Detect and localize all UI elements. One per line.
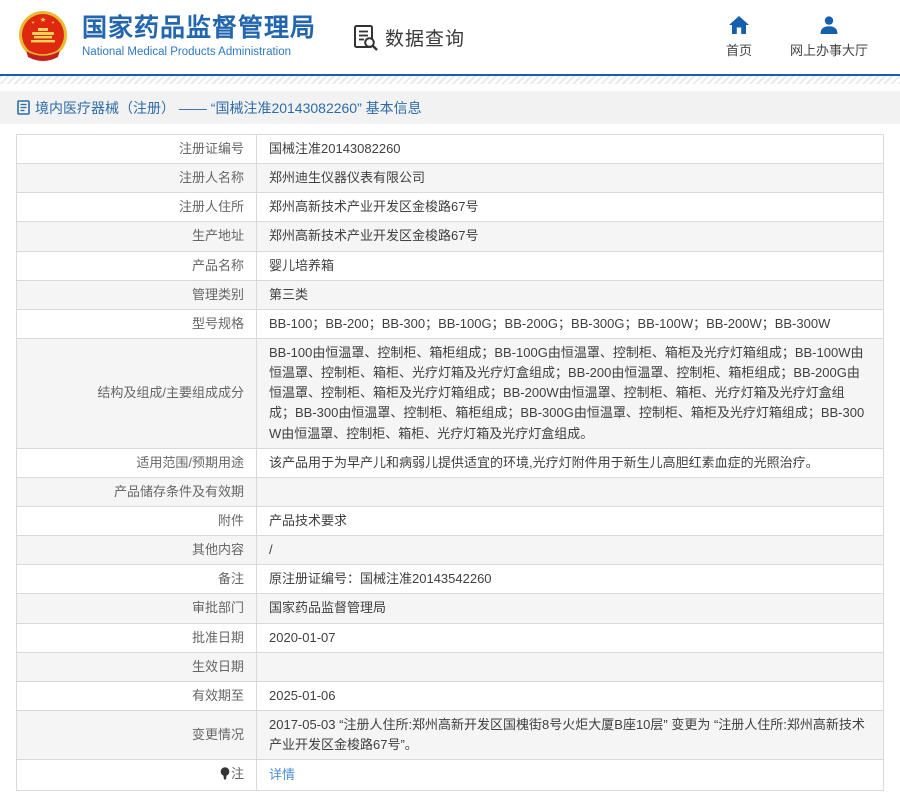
row-value: 国械注准20143082260 [257,135,884,164]
agency-name-cn: 国家药品监督管理局 [82,15,316,43]
table-row: 结构及组成/主要组成成分 BB-100由恒温罩、控制柜、箱柜组成；BB-100G… [17,338,884,448]
document-search-icon [352,24,379,51]
national-emblem-icon [18,10,68,64]
site-header: 国家药品监督管理局 National Medical Products Admi… [0,0,900,74]
registration-info: 注册证编号 国械注准20143082260 注册人名称 郑州迪生仪器仪表有限公司… [0,124,900,799]
row-value: 2025-01-06 [257,681,884,710]
row-label: 生效日期 [17,652,257,681]
row-label: 有效期至 [17,681,257,710]
row-value: 婴儿培养箱 [257,251,884,280]
table-row: 适用范围/预期用途 该产品用于为早产儿和病弱儿提供适宜的环境,光疗灯附件用于新生… [17,448,884,477]
breadcrumb-bar: 境内医疗器械（注册） —— “国械注准20143082260” 基本信息 [0,91,900,124]
table-row: 附件 产品技术要求 [17,506,884,535]
row-label: 结构及组成/主要组成成分 [17,338,257,448]
table-row: 其他内容 / [17,536,884,565]
section-title: 数据查询 [385,24,465,51]
hatched-strip [0,76,900,84]
row-value: 郑州高新技术产业开发区金梭路67号 [257,222,884,251]
row-value: / [257,536,884,565]
breadcrumb-text: 境内医疗器械（注册） —— “国械注准20143082260” 基本信息 [35,98,422,118]
table-row: 型号规格 BB-100；BB-200；BB-300；BB-100G；BB-200… [17,309,884,338]
row-label: 其他内容 [17,536,257,565]
agency-name-en: National Medical Products Administration [82,46,316,59]
row-label: 产品储存条件及有效期 [17,477,257,506]
row-label: 适用范围/预期用途 [17,448,257,477]
info-table: 注册证编号 国械注准20143082260 注册人名称 郑州迪生仪器仪表有限公司… [16,134,884,791]
row-value: 第三类 [257,280,884,309]
row-value: 2020-01-07 [257,623,884,652]
table-row: 注 详情 [17,760,884,791]
table-row: 产品名称 婴儿培养箱 [17,251,884,280]
bulb-icon [220,766,230,786]
table-row: 注册人名称 郑州迪生仪器仪表有限公司 [17,164,884,193]
row-label: 型号规格 [17,309,257,338]
row-label: 注册证编号 [17,135,257,164]
agency-logo[interactable]: 国家药品监督管理局 National Medical Products Admi… [18,10,316,64]
table-row: 注册证编号 国械注准20143082260 [17,135,884,164]
table-row: 审批部门 国家药品监督管理局 [17,594,884,623]
row-value: 产品技术要求 [257,506,884,535]
row-label: 注册人名称 [17,164,257,193]
document-icon [17,100,30,115]
home-icon [729,16,749,34]
row-value: 国家药品监督管理局 [257,594,884,623]
nav-home[interactable]: 首页 [726,16,752,59]
table-row: 批准日期 2020-01-07 [17,623,884,652]
table-row: 有效期至 2025-01-06 [17,681,884,710]
row-value: BB-100；BB-200；BB-300；BB-100G；BB-200G；BB-… [257,309,884,338]
detail-link[interactable]: 详情 [269,767,295,782]
row-label: 产品名称 [17,251,257,280]
row-label: 附件 [17,506,257,535]
row-label: 注 [17,760,257,791]
table-row: 备注 原注册证编号：国械注准20143542260 [17,565,884,594]
row-value: 郑州迪生仪器仪表有限公司 [257,164,884,193]
table-row: 注册人住所 郑州高新技术产业开发区金梭路67号 [17,193,884,222]
table-row: 产品储存条件及有效期 [17,477,884,506]
row-value [257,652,884,681]
row-label: 批准日期 [17,623,257,652]
row-value: 详情 [257,760,884,791]
row-value: 2017-05-03 “注册人住所:郑州高新开发区国槐街8号火炬大厦B座10层”… [257,710,884,759]
table-row: 管理类别 第三类 [17,280,884,309]
data-query-section[interactable]: 数据查询 [352,24,465,51]
row-label: 备注 [17,565,257,594]
user-icon [819,16,839,34]
row-value: 该产品用于为早产儿和病弱儿提供适宜的环境,光疗灯附件用于新生儿高胆红素血症的光照… [257,448,884,477]
row-label: 注册人住所 [17,193,257,222]
row-label: 生产地址 [17,222,257,251]
table-row: 生产地址 郑州高新技术产业开发区金梭路67号 [17,222,884,251]
row-value: BB-100由恒温罩、控制柜、箱柜组成；BB-100G由恒温罩、控制柜、箱柜及光… [257,338,884,448]
nav-service-hall-label: 网上办事大厅 [790,40,868,59]
table-row: 生效日期 [17,652,884,681]
row-value: 原注册证编号：国械注准20143542260 [257,565,884,594]
nav-service-hall[interactable]: 网上办事大厅 [790,16,868,59]
info-table-body: 注册证编号 国械注准20143082260 注册人名称 郑州迪生仪器仪表有限公司… [17,135,884,791]
row-label: 变更情况 [17,710,257,759]
row-value: 郑州高新技术产业开发区金梭路67号 [257,193,884,222]
nav-home-label: 首页 [726,40,752,59]
table-row: 变更情况 2017-05-03 “注册人住所:郑州高新开发区国槐街8号火炬大厦B… [17,710,884,759]
header-nav: 首页 网上办事大厅 [726,16,882,59]
row-label: 审批部门 [17,594,257,623]
row-label: 管理类别 [17,280,257,309]
breadcrumb: 境内医疗器械（注册） —— “国械注准20143082260” 基本信息 [17,98,422,118]
row-value [257,477,884,506]
